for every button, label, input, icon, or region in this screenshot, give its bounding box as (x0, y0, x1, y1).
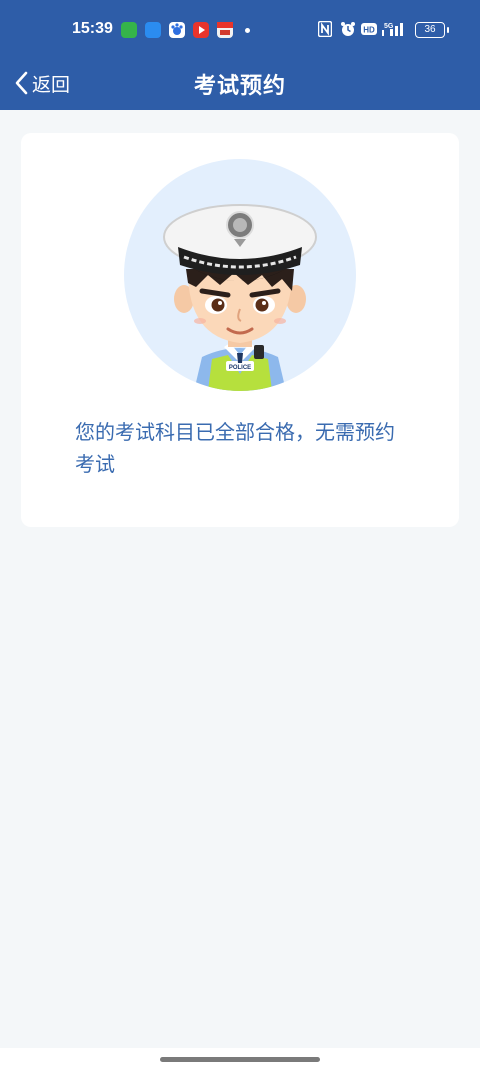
page-title: 考试预约 (193, 74, 286, 99)
svg-text:5G: 5G (384, 23, 394, 30)
nfc-icon (317, 20, 333, 41)
baidu-icon (169, 22, 185, 38)
5g-signal-icon: 5G (381, 21, 409, 41)
hd-icon: HD (361, 21, 377, 40)
blue-app-icon (145, 22, 161, 38)
svg-text:HD: HD (363, 26, 375, 35)
wechat-green-icon (121, 22, 137, 38)
police-avatar: POLICE (124, 159, 356, 391)
status-time: 15:39 (72, 20, 113, 37)
alarm-icon (340, 21, 356, 41)
result-message: 您的考试科目已全部合格，无需预约考试 (75, 420, 395, 476)
more-notifications-dot (245, 28, 250, 33)
calendar-red-icon (217, 22, 233, 38)
header: 15:39 HD 5G 36 返回 考试预约 (0, 0, 480, 110)
home-indicator[interactable] (160, 1057, 320, 1062)
nav-bar: 返回 考试预约 (0, 58, 480, 110)
status-bar: 15:39 HD 5G 36 (0, 0, 480, 58)
result-card: POLICE 您的考试科目已全部合格，无需预约考试 (21, 133, 459, 527)
battery-icon: 36 (415, 22, 445, 38)
battery-cap (447, 27, 449, 33)
police-badge-text: POLICE (229, 365, 251, 371)
video-play-icon (193, 22, 209, 38)
